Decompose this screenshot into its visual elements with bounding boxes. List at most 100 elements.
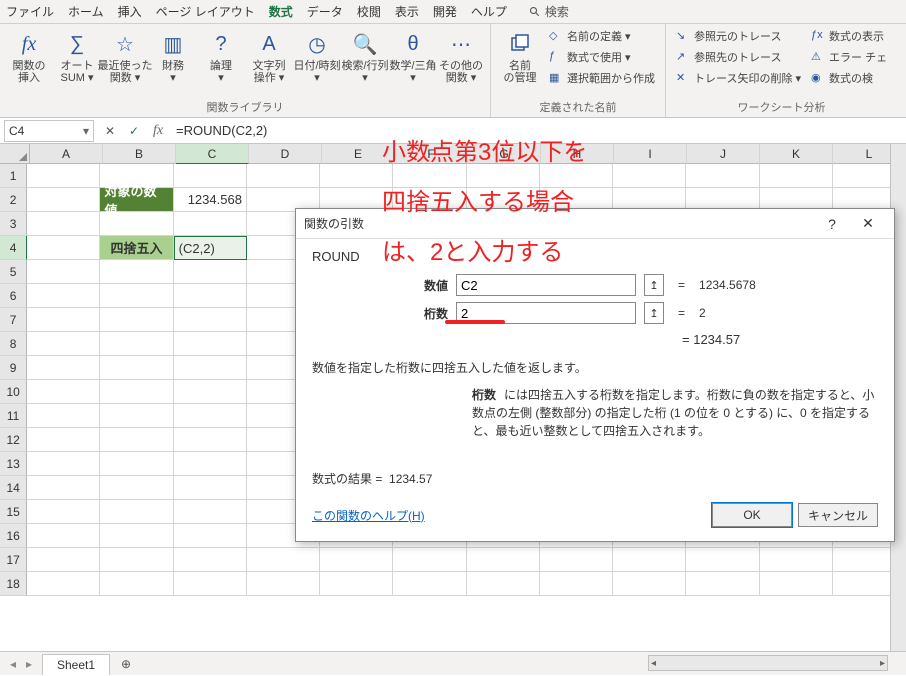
cell[interactable] xyxy=(27,428,100,452)
column-header[interactable]: J xyxy=(687,144,760,164)
row-header[interactable]: 17 xyxy=(0,548,27,572)
column-header[interactable]: I xyxy=(614,144,687,164)
cell[interactable] xyxy=(613,164,686,188)
cell[interactable] xyxy=(686,548,759,572)
cell[interactable]: 四捨五入 xyxy=(100,236,173,260)
insert-function-button[interactable]: fx xyxy=(146,119,170,143)
cell[interactable] xyxy=(320,572,393,596)
cell[interactable] xyxy=(100,524,173,548)
name-manager-button[interactable]: 名前 の管理 xyxy=(497,26,543,84)
formula-cancel-button[interactable]: ✕ xyxy=(98,119,122,143)
select-all-button[interactable] xyxy=(0,144,30,164)
error-checking-button[interactable]: ⚠エラー チェ xyxy=(807,47,891,67)
row-header[interactable]: 3 xyxy=(0,212,27,236)
cell[interactable] xyxy=(100,500,173,524)
column-header[interactable]: F xyxy=(395,144,468,164)
cell[interactable] xyxy=(100,356,173,380)
cell[interactable] xyxy=(100,212,173,236)
row-header[interactable]: 4 xyxy=(0,236,27,260)
cell[interactable] xyxy=(27,500,100,524)
row-header[interactable]: 8 xyxy=(0,332,27,356)
cell[interactable] xyxy=(174,548,247,572)
cell[interactable] xyxy=(100,572,173,596)
formula-input[interactable]: =ROUND(C2,2) xyxy=(170,123,906,138)
cell[interactable] xyxy=(686,572,759,596)
remove-arrows-button[interactable]: ✕トレース矢印の削除 ▾ xyxy=(672,68,805,88)
cell[interactable] xyxy=(613,572,686,596)
name-box-dropdown-icon[interactable]: ▾ xyxy=(83,124,89,138)
cell[interactable] xyxy=(100,284,173,308)
cell[interactable] xyxy=(174,572,247,596)
cell[interactable] xyxy=(467,164,540,188)
cell[interactable] xyxy=(27,524,100,548)
menu-review[interactable]: 校閲 xyxy=(357,3,381,20)
dialog-close-button[interactable]: ✕ xyxy=(850,210,886,238)
arg-input-number[interactable] xyxy=(456,274,636,296)
row-header[interactable]: 2 xyxy=(0,188,27,212)
menu-home[interactable]: ホーム xyxy=(68,3,104,20)
cell[interactable] xyxy=(247,572,320,596)
trace-dependents-button[interactable]: ↗参照先のトレース xyxy=(672,47,805,67)
cancel-button[interactable]: キャンセル xyxy=(798,503,878,527)
cell[interactable] xyxy=(760,548,833,572)
add-sheet-button[interactable]: ⊕ xyxy=(114,652,138,676)
cell[interactable] xyxy=(174,284,247,308)
cell[interactable] xyxy=(174,380,247,404)
row-header[interactable]: 12 xyxy=(0,428,27,452)
cell[interactable] xyxy=(174,164,247,188)
name-box[interactable]: C4 ▾ xyxy=(4,120,94,142)
column-header[interactable]: K xyxy=(760,144,833,164)
cell[interactable] xyxy=(100,476,173,500)
cell[interactable] xyxy=(100,308,173,332)
cell[interactable] xyxy=(100,332,173,356)
cell[interactable] xyxy=(100,260,173,284)
sheet-tab[interactable]: Sheet1 xyxy=(42,654,110,675)
row-header[interactable]: 1 xyxy=(0,164,27,188)
collapse-dialog-button[interactable]: ↥ xyxy=(644,274,664,296)
show-formulas-button[interactable]: ƒx数式の表示 xyxy=(807,26,891,46)
define-name-button[interactable]: ◇名前の定義 ▾ xyxy=(545,26,659,46)
column-header[interactable]: B xyxy=(103,144,176,164)
text-button[interactable]: A文字列 操作 ▾ xyxy=(246,26,292,84)
function-help-link[interactable]: この関数のヘルプ(H) xyxy=(312,507,425,524)
cell[interactable] xyxy=(760,572,833,596)
menu-search[interactable]: 検索 xyxy=(529,3,569,20)
row-header[interactable]: 9 xyxy=(0,356,27,380)
create-from-selection-button[interactable]: ▦選択範囲から作成 xyxy=(545,68,659,88)
cell[interactable] xyxy=(27,476,100,500)
ok-button[interactable]: OK xyxy=(712,503,792,527)
menu-developer[interactable]: 開発 xyxy=(433,3,457,20)
cell[interactable] xyxy=(540,548,613,572)
sheet-nav[interactable]: ◂▸ xyxy=(0,657,42,671)
use-in-formula-button[interactable]: ƒ数式で使用 ▾ xyxy=(545,47,659,67)
horizontal-scrollbar[interactable]: ◂▸ xyxy=(648,655,888,671)
row-header[interactable]: 11 xyxy=(0,404,27,428)
more-button[interactable]: ⋯その他の 関数 ▾ xyxy=(438,26,484,84)
cell[interactable] xyxy=(174,332,247,356)
cell[interactable] xyxy=(27,380,100,404)
menu-page-layout[interactable]: ページ レイアウト xyxy=(156,3,255,20)
cell[interactable] xyxy=(247,548,320,572)
menu-insert[interactable]: 挿入 xyxy=(118,3,142,20)
cell[interactable] xyxy=(540,164,613,188)
row-header[interactable]: 6 xyxy=(0,284,27,308)
cell[interactable] xyxy=(27,260,100,284)
cell[interactable] xyxy=(174,308,247,332)
cell[interactable] xyxy=(393,548,466,572)
cell[interactable] xyxy=(100,548,173,572)
cell[interactable] xyxy=(27,332,100,356)
cell[interactable] xyxy=(27,572,100,596)
cell[interactable] xyxy=(100,404,173,428)
financial-button[interactable]: ▥財務 ▾ xyxy=(150,26,196,84)
cell[interactable] xyxy=(686,164,759,188)
insert-function-button[interactable]: fx関数の 挿入 xyxy=(6,26,52,84)
cell[interactable] xyxy=(27,188,100,212)
cell[interactable] xyxy=(174,404,247,428)
row-header[interactable]: 18 xyxy=(0,572,27,596)
cell[interactable] xyxy=(540,572,613,596)
row-header[interactable]: 16 xyxy=(0,524,27,548)
row-header[interactable]: 15 xyxy=(0,500,27,524)
cell[interactable] xyxy=(174,524,247,548)
cell[interactable] xyxy=(100,452,173,476)
cell[interactable] xyxy=(27,548,100,572)
